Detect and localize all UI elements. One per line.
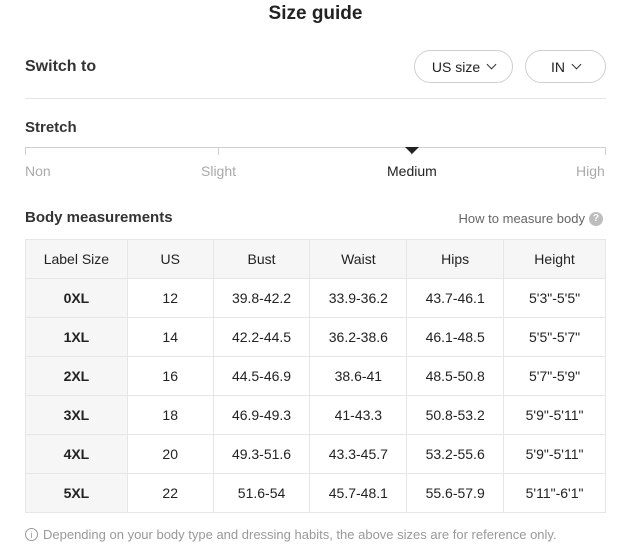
- switch-label: Switch to: [25, 58, 97, 75]
- table-row: 0XL 12 39.8-42.2 33.9-36.2 43.7-46.1 5'3…: [25, 278, 606, 318]
- divider: [25, 98, 606, 99]
- table-row: 5XL 22 51.6-54 45.7-48.1 55.6-57.9 5'11"…: [25, 473, 606, 513]
- table-cell: 12: [126, 278, 214, 318]
- column-header: Height: [503, 239, 606, 279]
- table-cell: 46.9-49.3: [212, 395, 311, 435]
- unit-dropdown[interactable]: IN: [525, 50, 606, 83]
- column-header: Waist: [309, 239, 408, 279]
- table-row: 3XL 18 46.9-49.3 41-43.3 50.8-53.2 5'9"-…: [25, 395, 606, 435]
- column-header: Hips: [406, 239, 505, 279]
- size-system-value: US size: [431, 58, 481, 75]
- body-measurements-title: Body measurements: [25, 209, 173, 226]
- label-size-cell: 2XL: [25, 356, 128, 396]
- table-cell: 33.9-36.2: [309, 278, 408, 318]
- table-row: 1XL 14 42.2-44.5 36.2-38.6 46.1-48.5 5'5…: [25, 317, 606, 357]
- info-icon: i: [25, 528, 38, 541]
- size-system-dropdown[interactable]: US size: [414, 50, 513, 83]
- chevron-down-icon: [571, 59, 582, 70]
- table-cell: 36.2-38.6: [309, 317, 408, 357]
- table-cell: 44.5-46.9: [212, 356, 311, 396]
- page-title: Size guide: [268, 3, 363, 24]
- table-cell: 5'5"-5'7": [503, 317, 606, 357]
- table-cell: 41-43.3: [309, 395, 408, 435]
- reference-note-text: Depending on your body type and dressing…: [43, 527, 557, 542]
- table-cell: 43.3-45.7: [309, 434, 408, 474]
- stretch-level-slight: Slight: [201, 163, 237, 179]
- stretch-tick: [605, 147, 606, 155]
- label-size-cell: 3XL: [25, 395, 128, 435]
- stretch-tick: [218, 147, 219, 155]
- label-size-cell: 0XL: [25, 278, 128, 318]
- table-cell: 38.6-41: [309, 356, 408, 396]
- table-cell: 42.2-44.5: [212, 317, 311, 357]
- table-cell: 20: [126, 434, 214, 474]
- table-header-row: Label Size US Bust Waist Hips Height: [25, 239, 606, 279]
- table-cell: 39.8-42.2: [212, 278, 311, 318]
- label-size-cell: 5XL: [25, 473, 128, 513]
- label-size-cell: 1XL: [25, 317, 128, 357]
- table-cell: 5'7"-5'9": [503, 356, 606, 396]
- table-cell: 5'3"-5'5": [503, 278, 606, 318]
- stretch-level-non: Non: [25, 163, 51, 179]
- table-row: 4XL 20 49.3-51.6 43.3-45.7 53.2-55.6 5'9…: [25, 434, 606, 474]
- label-size-cell: 4XL: [25, 434, 128, 474]
- column-header: US: [126, 239, 214, 279]
- table-cell: 43.7-46.1: [406, 278, 505, 318]
- stretch-title: Stretch: [25, 119, 77, 136]
- table-row: 2XL 16 44.5-46.9 38.6-41 48.5-50.8 5'7"-…: [25, 356, 606, 396]
- column-header: Label Size: [25, 239, 128, 279]
- question-icon: ?: [589, 211, 603, 226]
- table-cell: 46.1-48.5: [406, 317, 505, 357]
- reference-note: i Depending on your body type and dressi…: [25, 527, 557, 542]
- table-cell: 45.7-48.1: [309, 473, 408, 513]
- table-cell: 22: [126, 473, 214, 513]
- stretch-level-high: High: [576, 163, 605, 179]
- unit-value: IN: [551, 58, 565, 75]
- switch-row: Switch to US size IN: [25, 50, 606, 83]
- table-cell: 50.8-53.2: [406, 395, 505, 435]
- table-cell: 5'9"-5'11": [503, 434, 606, 474]
- table-cell: 14: [126, 317, 214, 357]
- stretch-tick: [25, 147, 26, 155]
- table-cell: 5'9"-5'11": [503, 395, 606, 435]
- stretch-level-medium: Medium: [387, 163, 437, 179]
- column-header: Bust: [212, 239, 311, 279]
- table-cell: 16: [126, 356, 214, 396]
- table-cell: 53.2-55.6: [406, 434, 505, 474]
- table-cell: 48.5-50.8: [406, 356, 505, 396]
- table-cell: 18: [126, 395, 214, 435]
- table-cell: 5'11"-6'1": [503, 473, 606, 513]
- table-cell: 51.6-54: [212, 473, 311, 513]
- table-cell: 55.6-57.9: [406, 473, 505, 513]
- how-to-measure-label: How to measure body: [458, 211, 585, 226]
- size-table: Label Size US Bust Waist Hips Height 0XL…: [25, 239, 606, 513]
- chevron-down-icon: [486, 59, 497, 70]
- table-cell: 49.3-51.6: [212, 434, 311, 474]
- how-to-measure-link[interactable]: How to measure body ?: [459, 211, 603, 226]
- stretch-scale: [25, 147, 606, 148]
- stretch-marker-icon: [405, 147, 419, 154]
